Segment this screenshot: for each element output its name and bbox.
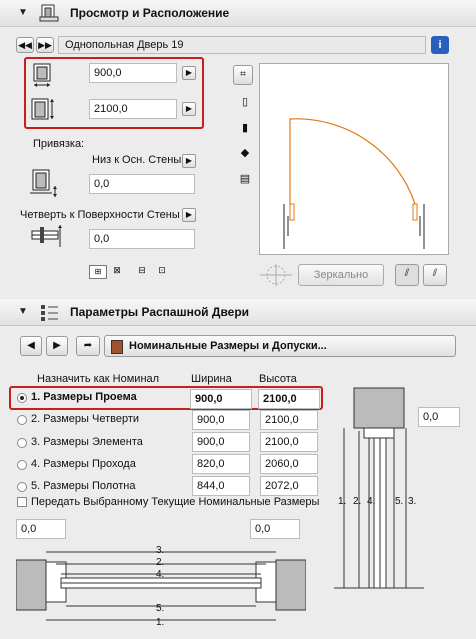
plan-number: 2. [156, 557, 165, 568]
height-input[interactable]: 2100,0 [89, 99, 177, 119]
anchor-option-label: Низ к Осн. Стены [92, 154, 182, 166]
width-options-button[interactable]: ▶ [182, 66, 196, 80]
pass-nominal-label: Передать Выбранному Текущие Номинальные … [31, 496, 320, 508]
row-radio[interactable] [17, 460, 27, 470]
row-width-input[interactable]: 900,0 [192, 432, 250, 452]
row-width-input[interactable]: 844,0 [192, 476, 250, 496]
row-label: 4. Размеры Прохода [31, 458, 136, 470]
height-column-header: Высота [259, 373, 297, 385]
flip-placement-icon[interactable] [258, 262, 294, 288]
anchor-offset-input[interactable]: 0,0 [89, 174, 195, 194]
page-selector-dropdown[interactable]: Номинальные Размеры и Допуски... [104, 335, 456, 357]
row-radio[interactable] [17, 393, 27, 403]
view-plan-icon[interactable]: ⌗ [233, 65, 253, 85]
orientation-icon-3[interactable]: ⊟ [135, 265, 149, 279]
page-selector-label: Номинальные Размеры и Допуски... [129, 340, 327, 352]
plan-number: 4. [156, 569, 165, 580]
prev-page-button[interactable]: ◀ [20, 336, 42, 356]
left-bottom-input[interactable]: 0,0 [16, 519, 66, 539]
section-number: 3. [408, 496, 417, 507]
view-front-icon[interactable]: ▯ [237, 95, 253, 111]
reveal-option-button[interactable]: ▶ [182, 208, 196, 222]
next-page-button[interactable]: ▶ [46, 336, 68, 356]
orientation-icon-1[interactable]: ⊞ [89, 265, 107, 279]
row-width-input[interactable]: 820,0 [192, 454, 250, 474]
next-door-button[interactable]: ▶▶ [36, 37, 54, 53]
door-placement-icon [39, 4, 59, 22]
mirror-button[interactable]: Зеркально [298, 264, 384, 286]
plan-number: 1. [156, 617, 165, 628]
door-preview [259, 63, 449, 255]
panel-header-view-placement[interactable]: ▼ Просмотр и Расположение [0, 0, 476, 27]
panel-header-door-params[interactable]: ▼ Параметры Распашной Двери [0, 299, 476, 326]
parameters-icon [41, 305, 58, 321]
row-width-input[interactable]: 900,0 [192, 410, 250, 430]
panel-title: Параметры Распашной Двери [70, 305, 250, 319]
door-height-icon [31, 98, 54, 120]
reveal-surface-icon [31, 225, 62, 247]
section-number: 2. [353, 496, 362, 507]
door-width-icon [33, 63, 51, 87]
row-label: 1. Размеры Проема [31, 391, 137, 403]
collapse-triangle-icon[interactable]: ▼ [18, 7, 28, 18]
door-section-diagram [334, 387, 424, 589]
row-label: 5. Размеры Полотна [31, 480, 136, 492]
right-bottom-input[interactable]: 0,0 [250, 519, 300, 539]
anchor-option-button[interactable]: ▶ [182, 154, 196, 168]
plan-number: 5. [156, 603, 165, 614]
pass-nominal-checkbox[interactable] [17, 497, 27, 507]
view-section-icon[interactable]: ▤ [237, 172, 253, 188]
row-width-input[interactable]: 900,0 [190, 389, 252, 409]
row-height-input[interactable]: 2100,0 [260, 432, 318, 452]
collapse-triangle-icon[interactable]: ▼ [18, 306, 28, 317]
row-label: 3. Размеры Элемента [31, 436, 143, 448]
anchor-bottom-icon [30, 169, 57, 197]
door-swing-right-icon[interactable]: ⫽ [395, 264, 419, 286]
plan-number: 3. [156, 545, 165, 556]
row-label: 2. Размеры Четверти [31, 413, 140, 425]
anchor-label: Привязка: [33, 138, 85, 150]
row-radio[interactable] [17, 438, 27, 448]
section-number: 5. [395, 496, 404, 507]
row-radio[interactable] [17, 482, 27, 492]
prev-door-button[interactable]: ◀◀ [16, 37, 34, 53]
width-input[interactable]: 900,0 [89, 63, 177, 83]
door-name-field: Однопольная Дверь 19 [58, 36, 426, 54]
row-radio[interactable] [17, 415, 27, 425]
reveal-option-label: Четверть к Поверхности Стены [20, 209, 180, 221]
orientation-icon-2[interactable]: ⊠ [110, 265, 124, 279]
section-number: 1. [338, 496, 347, 507]
page-door-icon [111, 340, 123, 354]
reveal-offset-input[interactable]: 0,0 [89, 229, 195, 249]
door-swing-preview [283, 118, 425, 249]
row-height-input[interactable]: 2072,0 [260, 476, 318, 496]
height-options-button[interactable]: ▶ [182, 102, 196, 116]
view-side-icon[interactable]: ▮ [237, 121, 253, 137]
door-swing-left-icon[interactable]: ⫽ [423, 264, 447, 286]
row-height-input[interactable]: 2100,0 [258, 389, 320, 409]
view-3d-icon[interactable]: ◆ [237, 146, 253, 162]
section-number: 4. [367, 496, 376, 507]
row-height-input[interactable]: 2060,0 [260, 454, 318, 474]
nominal-header: Назначить как Номинал [37, 373, 160, 385]
row-height-input[interactable]: 2100,0 [260, 410, 318, 430]
width-column-header: Ширина [191, 373, 232, 385]
info-icon[interactable]: i [431, 36, 449, 54]
orientation-icon-4[interactable]: ⊡ [155, 265, 169, 279]
panel-title: Просмотр и Расположение [70, 6, 230, 20]
favorites-icon[interactable]: ➦ [76, 336, 100, 356]
